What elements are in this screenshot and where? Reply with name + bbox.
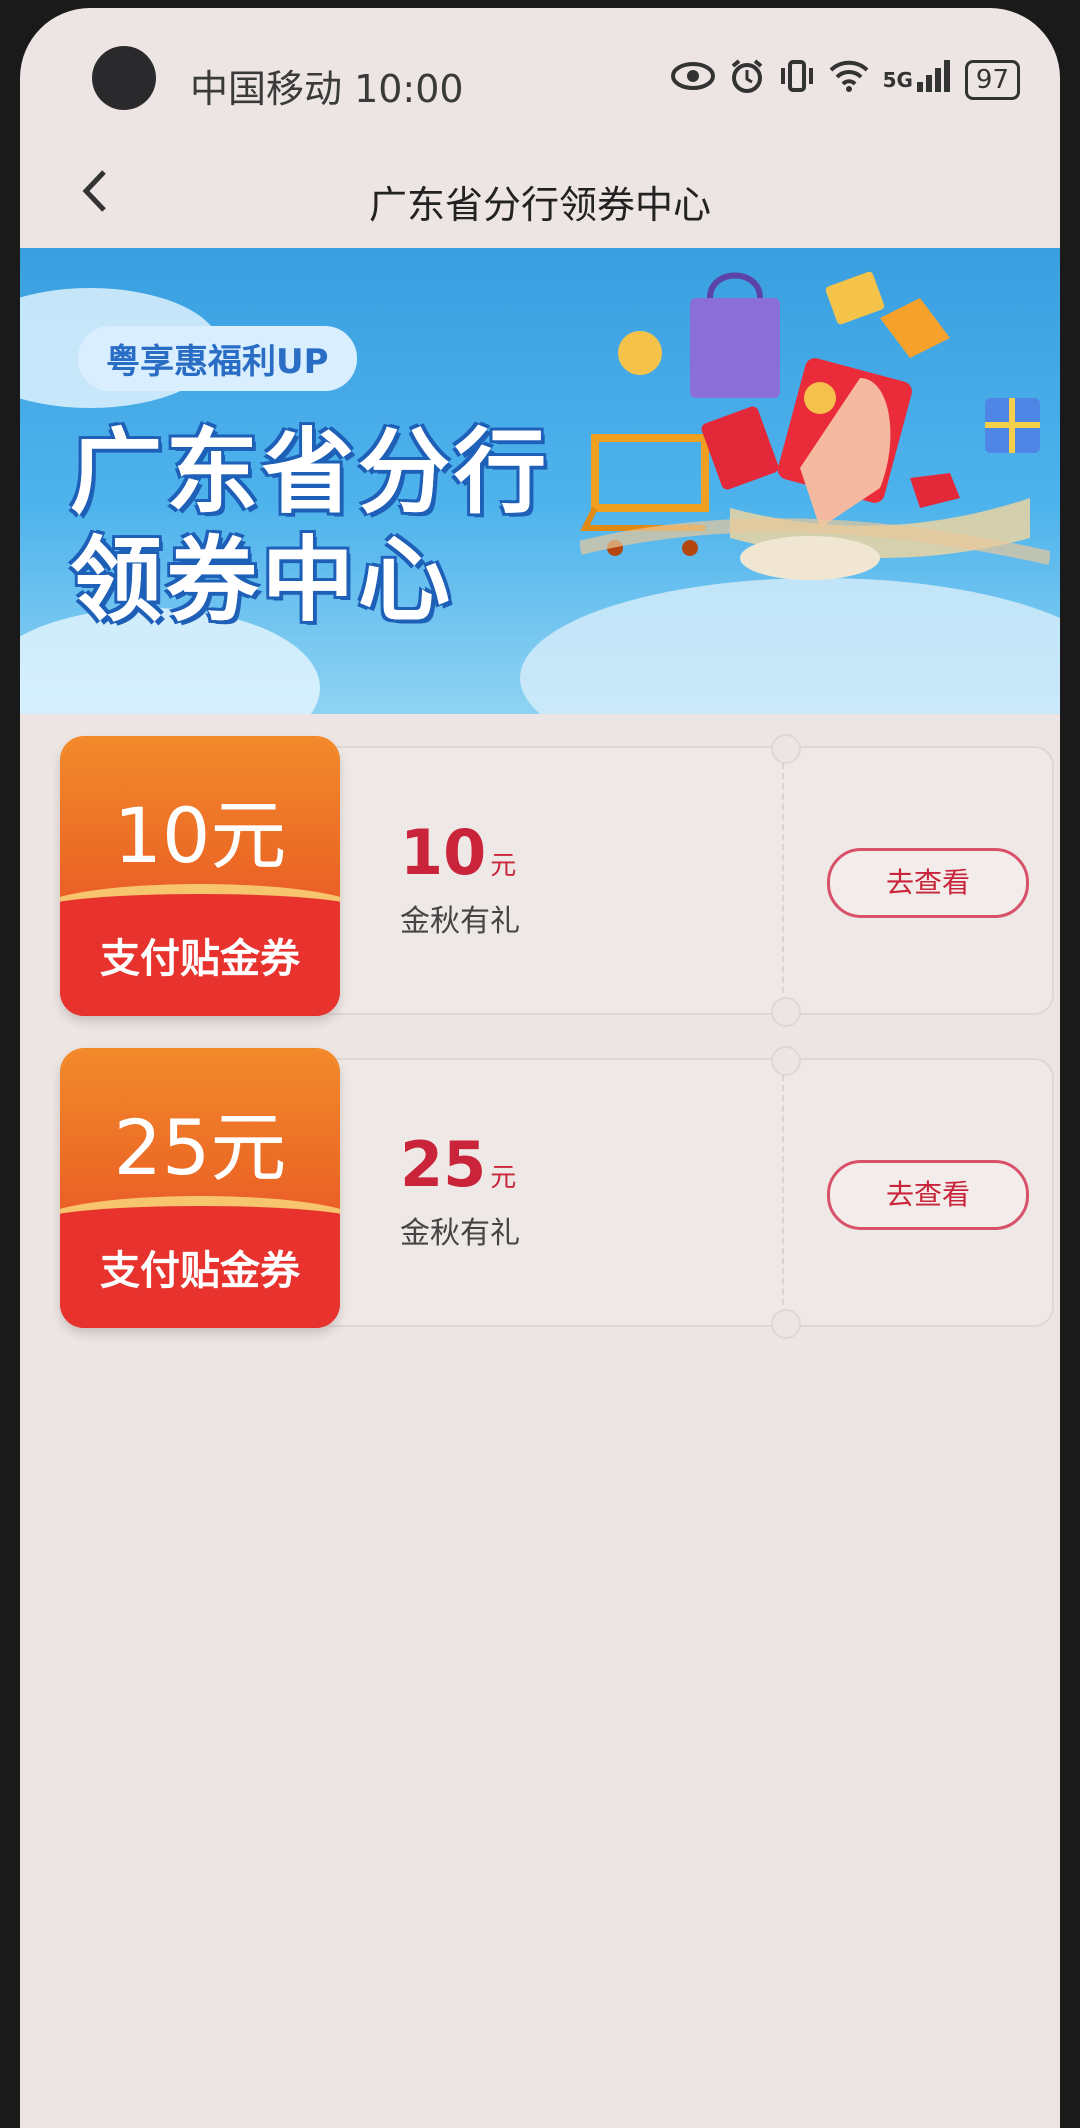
coupon-notch [771, 997, 801, 1027]
coupon-badge: 10元 支付贴金券 [60, 736, 340, 1016]
view-coupon-button[interactable]: 去查看 [827, 848, 1029, 918]
battery-indicator: 97 [964, 60, 1020, 100]
banner-tag: 粤享惠福利UP [78, 326, 357, 391]
eye-icon [670, 60, 715, 100]
status-icons: 5G 97 [670, 58, 1020, 103]
coupon-notch [771, 1046, 801, 1076]
badge-amount: 25元 [113, 1103, 287, 1192]
front-camera [92, 46, 156, 110]
promo-banner: 粤享惠福利UP 广东省分行 领券中心 [20, 248, 1060, 714]
coupon-value-unit: 元 [490, 851, 517, 881]
status-bar: 中国移动 10:00 5G 97 [20, 8, 1060, 148]
coupon-desc: 金秋有礼 [400, 1216, 520, 1251]
coupon-item: 10元 支付贴金券 10 元 金秋有礼 去查看 [40, 734, 1054, 1027]
nav-bar: 广东省分行领券中心 [20, 148, 1060, 248]
signal-icon [916, 59, 951, 101]
coupon-item: 25元 支付贴金券 25 元 金秋有礼 去查看 [40, 1046, 1054, 1339]
coupon-value-number: 10 [400, 816, 487, 889]
phone-screen: 中国移动 10:00 5G 97 广东省分行领券中心 粤享惠福利UP 广东省分行… [20, 8, 1060, 2128]
coupon-badge: 25元 支付贴金券 [60, 1048, 340, 1328]
coupon-notch [771, 734, 801, 764]
view-coupon-button[interactable]: 去查看 [827, 1160, 1029, 1230]
badge-amount: 10元 [113, 791, 287, 880]
coupon-value-unit: 元 [490, 1163, 517, 1193]
wifi-icon [829, 60, 869, 101]
page-title: 广东省分行领券中心 [368, 183, 711, 227]
coupon-value: 10 元 [400, 816, 516, 889]
coupon-value-number: 25 [400, 1128, 487, 1201]
network-type: 5G [882, 68, 913, 92]
carrier-time: 中国移动 10:00 [190, 67, 464, 111]
alarm-icon [729, 58, 765, 103]
gift-illustration [580, 271, 1050, 580]
coupon-divider [782, 1075, 784, 1315]
badge-label: 支付贴金券 [100, 1248, 300, 1294]
coupon-divider [782, 763, 784, 1003]
badge-label: 支付贴金券 [100, 936, 300, 982]
vibrate-icon [779, 58, 815, 103]
coupon-notch [771, 1309, 801, 1339]
coupon-value: 25 元 [400, 1128, 516, 1201]
banner-title-line2: 领券中心 [70, 527, 455, 634]
coupon-desc: 金秋有礼 [400, 904, 520, 939]
